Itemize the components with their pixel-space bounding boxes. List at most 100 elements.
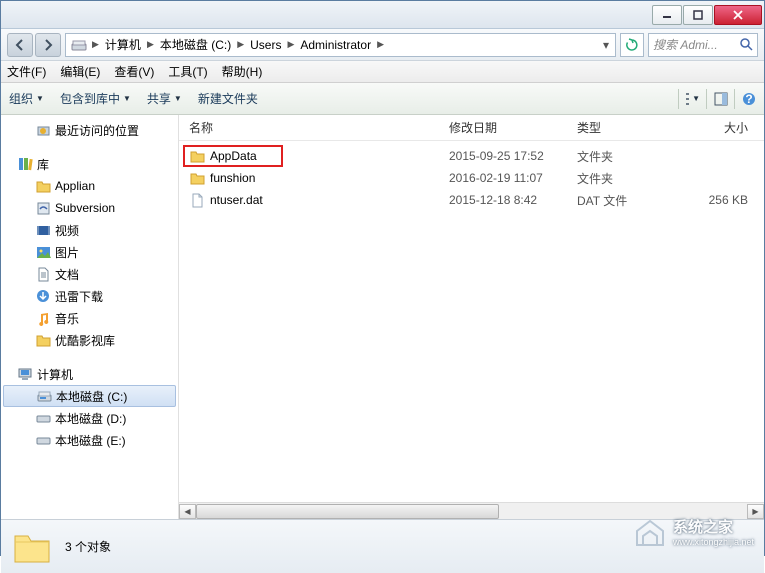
minimize-button[interactable] [652,5,682,25]
file-date: 2016-02-19 11:07 [449,171,577,185]
video-icon [35,222,51,238]
sidebar-item-video[interactable]: 视频 [1,219,178,241]
scroll-left-button[interactable]: ◀ [179,504,196,519]
file-row-funshion[interactable]: funshion 2016-02-19 11:07 文件夹 [189,167,764,189]
computer-icon [17,366,33,382]
chevron-down-icon[interactable]: ▾ [599,38,613,52]
breadcrumb-segment[interactable]: Users [246,34,285,56]
watermark-text: 系统之家 www.xitongzhijia.net [673,516,754,547]
file-list[interactable]: AppData 2015-09-25 17:52 文件夹 funshion 20… [179,141,764,502]
drive-icon [36,388,52,404]
sidebar-item-pictures[interactable]: 图片 [1,241,178,263]
file-type: 文件夹 [577,170,677,187]
toolbar-include[interactable]: 包含到库中▼ [60,90,131,107]
recent-icon [35,122,51,138]
menu-file[interactable]: 文件(F) [7,63,46,80]
breadcrumb[interactable]: ▶ 计算机 ▶ 本地磁盘 (C:) ▶ Users ▶ Administrato… [65,33,616,57]
toolbar-organize[interactable]: 组织▼ [9,90,44,107]
chevron-down-icon: ▼ [174,94,182,103]
file-date: 2015-12-18 8:42 [449,193,577,207]
file-row-ntuser[interactable]: ntuser.dat 2015-12-18 8:42 DAT 文件 256 KB [189,189,764,211]
view-options-button[interactable]: ▼ [678,89,700,109]
file-row-appdata[interactable]: AppData 2015-09-25 17:52 文件夹 [189,145,764,167]
address-bar: ▶ 计算机 ▶ 本地磁盘 (C:) ▶ Users ▶ Administrato… [1,29,764,61]
menu-edit[interactable]: 编辑(E) [60,63,100,80]
pane-icon [714,92,728,106]
file-type: 文件夹 [577,148,677,165]
breadcrumb-segment[interactable]: Administrator [296,34,375,56]
chevron-right-icon[interactable]: ▶ [145,39,156,50]
sidebar-computer[interactable]: 计算机 [1,363,178,385]
toolbar-newfolder[interactable]: 新建文件夹 [198,90,258,107]
column-name[interactable]: 名称 [189,119,449,136]
highlight-annotation: AppData [183,145,283,167]
column-size[interactable]: 大小 [677,119,764,136]
sidebar-item-drive-e[interactable]: 本地磁盘 (E:) [1,429,178,451]
file-type: DAT 文件 [577,192,677,209]
folder-icon [35,178,51,194]
refresh-icon [625,38,639,52]
column-type[interactable]: 类型 [577,119,677,136]
column-modified[interactable]: 修改日期 [449,119,577,136]
toolbar-right: ▼ ? [678,89,756,109]
chevron-down-icon: ▼ [36,94,44,103]
maximize-button[interactable] [683,5,713,25]
watermark: 系统之家 www.xitongzhijia.net [633,516,754,547]
drive-icon [35,410,51,426]
explorer-window: ▶ 计算机 ▶ 本地磁盘 (C:) ▶ Users ▶ Administrato… [0,0,765,556]
help-icon: ? [742,92,756,106]
sidebar-item-xunlei[interactable]: 迅雷下载 [1,285,178,307]
folder-icon [189,148,205,164]
file-name: AppData [210,149,257,163]
breadcrumb-segment[interactable]: 计算机 [101,34,145,56]
documents-icon [35,266,51,282]
menu-view[interactable]: 查看(V) [114,63,154,80]
chevron-right-icon[interactable]: ▶ [235,39,246,50]
search-icon [740,38,753,51]
folder-icon [189,170,205,186]
sidebar-item-applian[interactable]: Applian [1,175,178,197]
chevron-right-icon[interactable]: ▶ [375,39,386,50]
sidebar-item-subversion[interactable]: Subversion [1,197,178,219]
menu-tools[interactable]: 工具(T) [168,63,207,80]
folder-large-icon [11,526,53,568]
close-button[interactable] [714,5,762,25]
window-controls [651,5,762,25]
sidebar-item-documents[interactable]: 文档 [1,263,178,285]
nav-arrows [7,33,61,57]
toolbar-share[interactable]: 共享▼ [147,90,182,107]
sidebar-item-youku[interactable]: 优酷影视库 [1,329,178,351]
drive-icon [71,37,87,53]
menu-help[interactable]: 帮助(H) [222,63,263,80]
toolbar: 组织▼ 包含到库中▼ 共享▼ 新建文件夹 ▼ ? [1,83,764,115]
help-button[interactable]: ? [734,89,756,109]
refresh-button[interactable] [620,33,644,57]
subversion-icon [35,200,51,216]
sidebar-libraries[interactable]: 库 [1,153,178,175]
chevron-right-icon[interactable]: ▶ [90,39,101,50]
search-input[interactable]: 搜索 Admi... [648,33,758,57]
sidebar[interactable]: 最近访问的位置 库 Applian Subversion 视频 图片 文档 迅雷… [1,115,179,519]
back-button[interactable] [7,33,33,57]
watermark-icon [633,517,667,547]
sidebar-item-music[interactable]: 音乐 [1,307,178,329]
svg-text:?: ? [745,92,752,106]
forward-button[interactable] [35,33,61,57]
search-placeholder: 搜索 Admi... [653,36,718,53]
sidebar-item-recent[interactable]: 最近访问的位置 [1,119,178,141]
minimize-icon [662,10,672,20]
sidebar-item-drive-d[interactable]: 本地磁盘 (D:) [1,407,178,429]
body-area: 最近访问的位置 库 Applian Subversion 视频 图片 文档 迅雷… [1,115,764,519]
sidebar-item-drive-c[interactable]: 本地磁盘 (C:) [3,385,176,407]
file-icon [189,192,205,208]
chevron-right-icon[interactable]: ▶ [285,39,296,50]
libraries-icon [17,156,33,172]
download-icon [35,288,51,304]
preview-pane-button[interactable] [706,89,728,109]
breadcrumb-segment[interactable]: 本地磁盘 (C:) [156,34,235,56]
scroll-thumb[interactable] [196,504,499,519]
content-pane: 名称 修改日期 类型 大小 AppData 2015-09-25 17:52 文… [179,115,764,519]
titlebar[interactable] [1,1,764,29]
menu-bar: 文件(F) 编辑(E) 查看(V) 工具(T) 帮助(H) [1,61,764,83]
file-date: 2015-09-25 17:52 [449,149,577,163]
